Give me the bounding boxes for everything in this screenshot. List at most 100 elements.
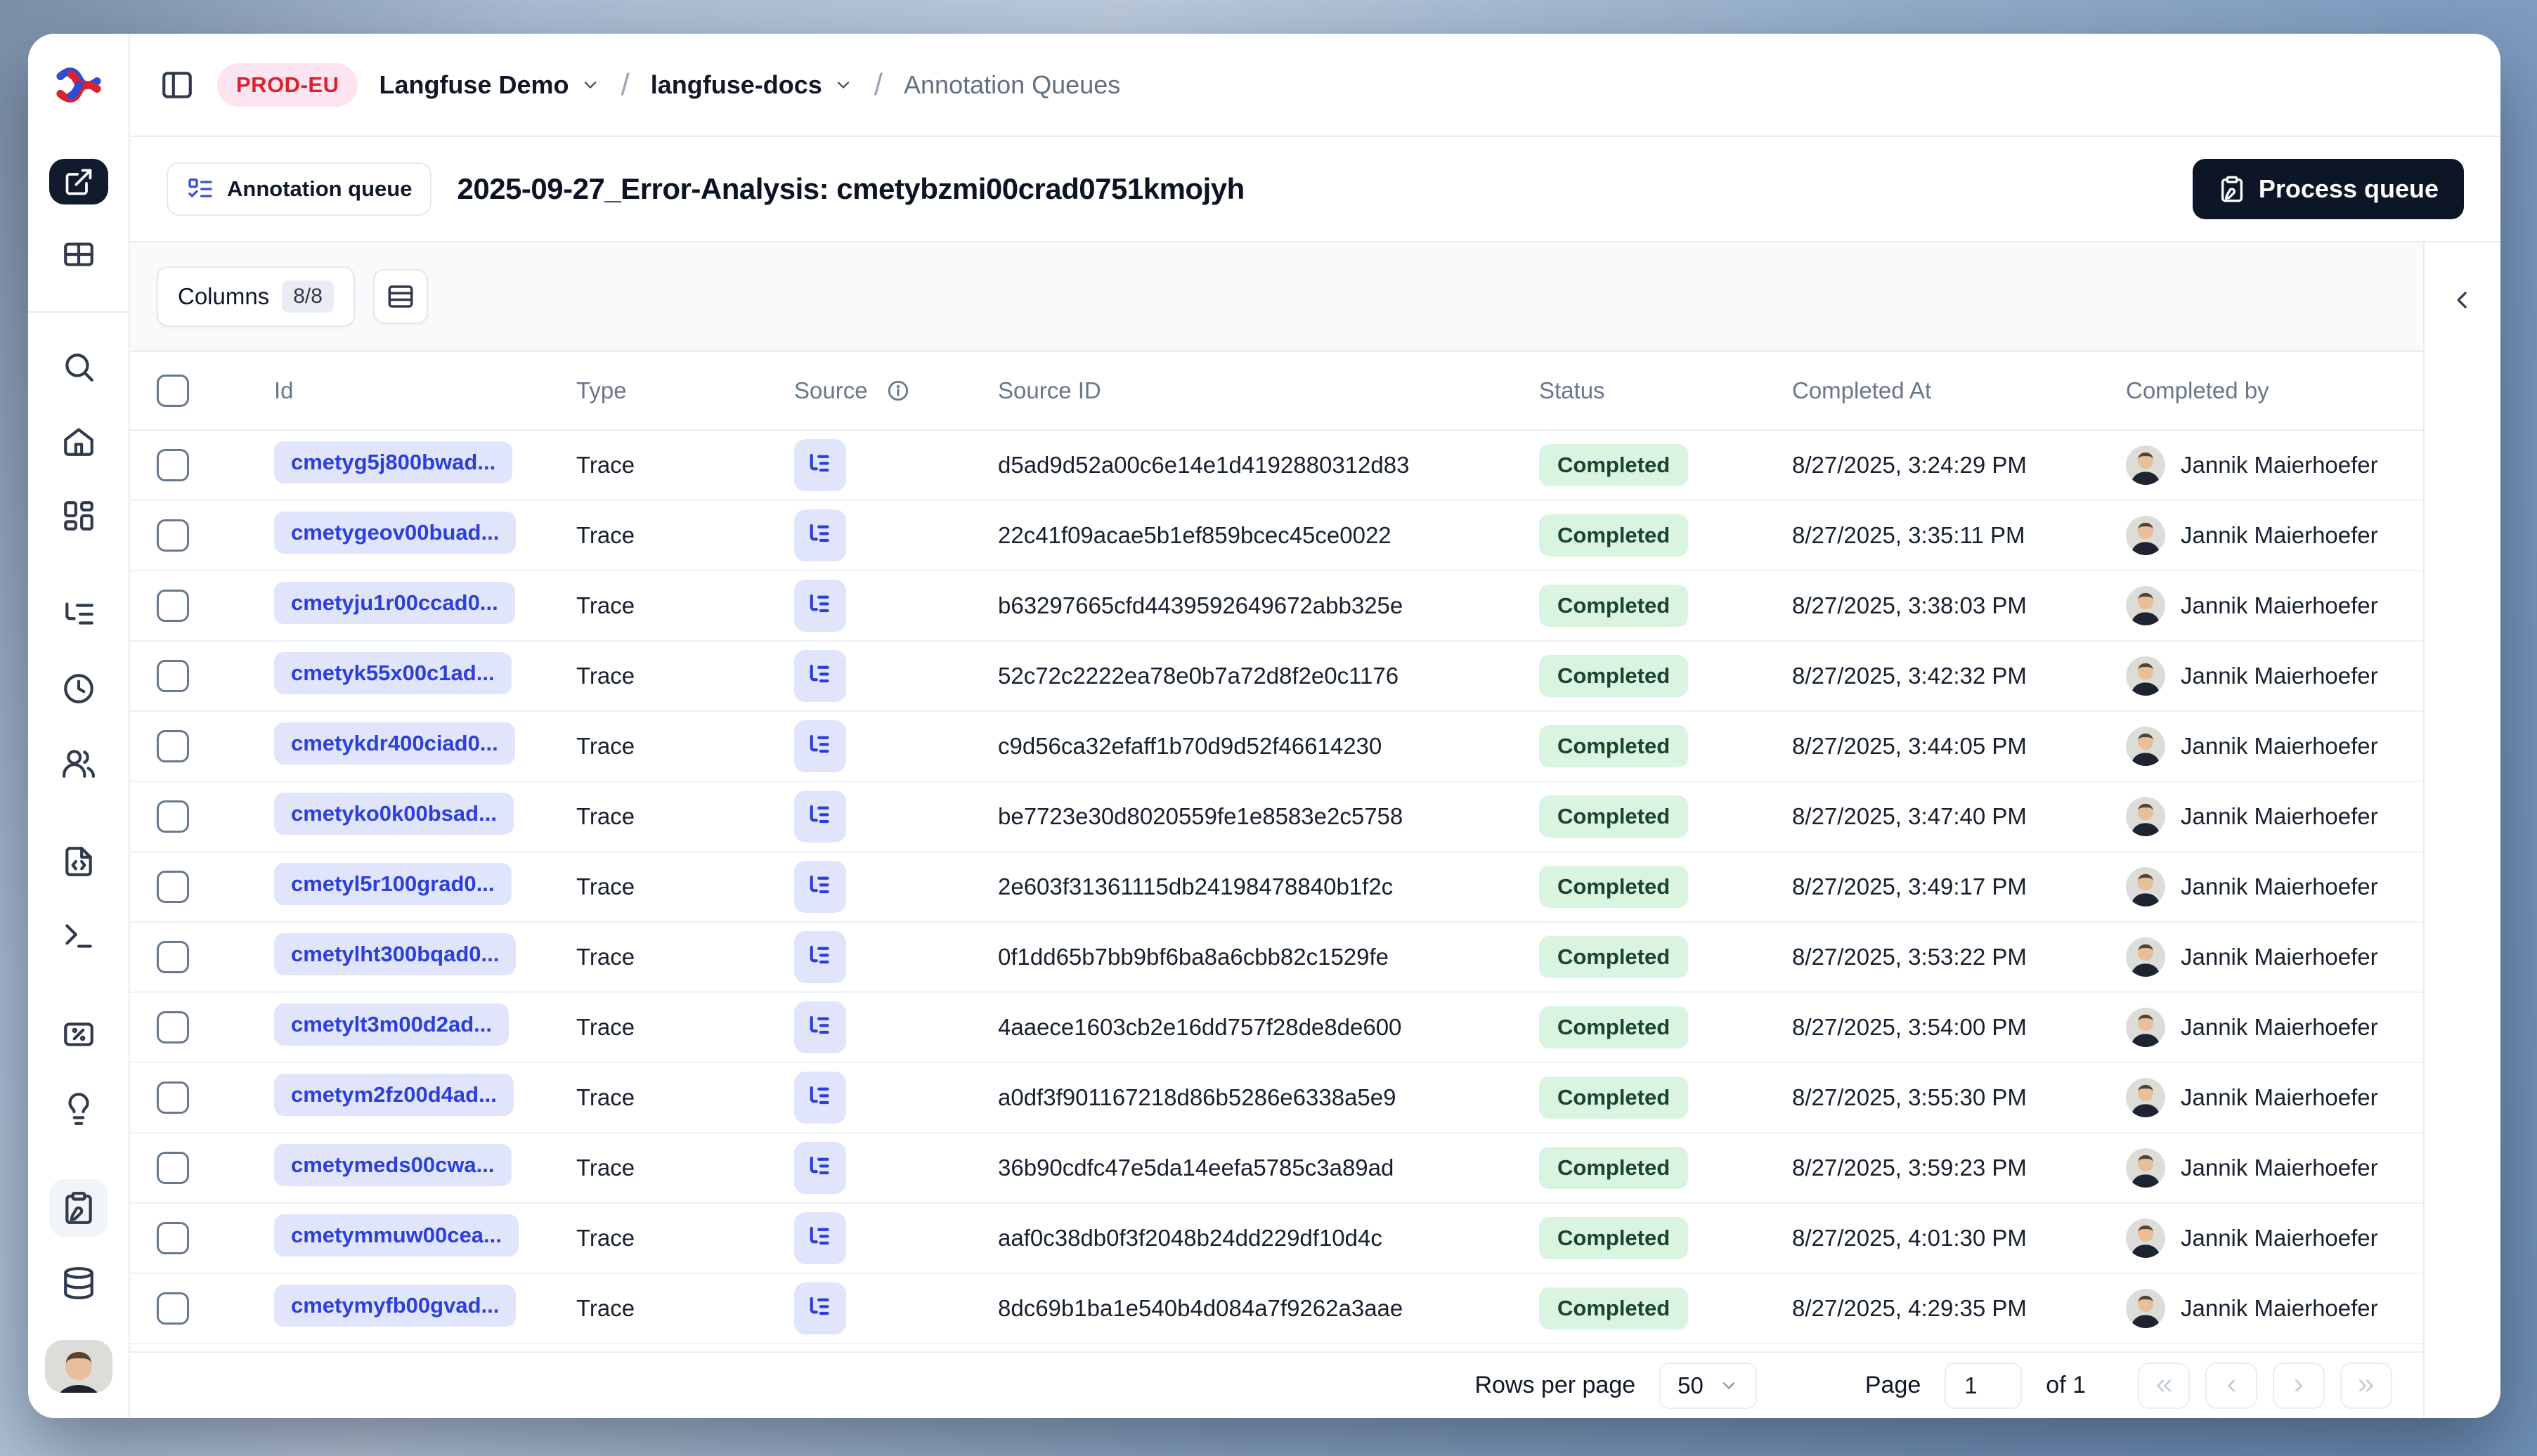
row-checkbox[interactable] — [157, 1152, 189, 1184]
source-trace-button[interactable] — [794, 1282, 846, 1334]
sidebar-item-dashboards[interactable] — [60, 498, 97, 533]
sidebar-item-playground[interactable] — [60, 918, 97, 954]
next-page-button[interactable] — [2273, 1362, 2325, 1409]
source-trace-button[interactable] — [794, 1001, 846, 1053]
table-row[interactable]: cmetymeds00cwa... Trace 36b90cdfc47e5da1… — [130, 1133, 2423, 1204]
table-icon — [63, 242, 93, 266]
row-checkbox[interactable] — [157, 941, 189, 973]
source-trace-button[interactable] — [794, 1072, 846, 1124]
status-badge: Completed — [1539, 514, 1689, 557]
database-icon — [63, 1267, 93, 1300]
row-checkbox[interactable] — [157, 1011, 189, 1044]
lightbulb-icon — [67, 1093, 89, 1126]
breadcrumb-project[interactable]: langfuse-docs — [651, 70, 853, 100]
table-row[interactable]: cmetylt3m00d2ad... Trace 4aaece1603cb2e1… — [130, 993, 2423, 1063]
source-trace-button[interactable] — [794, 861, 846, 913]
rows-per-page-select[interactable]: 50 — [1659, 1362, 1757, 1409]
page-number-input[interactable] — [1945, 1362, 2023, 1409]
table-row[interactable]: cmetyko0k00bsad... Trace be7723e30d80205… — [130, 782, 2423, 852]
table-row[interactable]: cmetygeov00buad... Trace 22c41f09acae5b1… — [130, 501, 2423, 571]
item-id-pill[interactable]: cmetykdr400ciad0... — [274, 722, 515, 765]
select-all-checkbox[interactable] — [157, 375, 189, 407]
table-row[interactable]: cmetymyfb00gvad... Trace 8dc69b1ba1e540b… — [130, 1274, 2423, 1344]
source-trace-button[interactable] — [794, 1142, 846, 1194]
first-page-button[interactable] — [2138, 1362, 2190, 1409]
row-checkbox[interactable] — [157, 730, 189, 762]
sidebar-item-evaluation[interactable] — [60, 1017, 97, 1052]
sidebar-item-users[interactable] — [60, 746, 97, 781]
chevron-down-icon — [584, 81, 596, 89]
source-trace-button[interactable] — [794, 509, 846, 561]
sidebar-item-tracing[interactable] — [60, 597, 97, 632]
source-trace-button[interactable] — [794, 931, 846, 983]
table-row[interactable]: cmetyl5r100grad0... Trace 2e603f31361115… — [130, 852, 2423, 923]
table-row[interactable]: cmetyg5j800bwad... Trace d5ad9d52a00c6e1… — [130, 431, 2423, 501]
sidebar-item-home[interactable] — [60, 424, 97, 459]
previous-page-button[interactable] — [2205, 1362, 2257, 1409]
chevron-down-icon — [837, 81, 849, 89]
row-height-button[interactable] — [372, 269, 428, 324]
completed-at: 8/27/2025, 3:44:05 PM — [1792, 733, 2027, 759]
item-id-pill[interactable]: cmetymmuw00cea... — [274, 1214, 519, 1256]
row-checkbox[interactable] — [157, 1222, 189, 1254]
source-trace-button[interactable] — [794, 791, 846, 843]
source-trace-button[interactable] — [794, 439, 846, 491]
source-trace-button[interactable] — [794, 720, 846, 772]
sidebar-item-prompts[interactable] — [60, 844, 97, 879]
completed-by-avatar — [2126, 1148, 2165, 1188]
sidebar-item-sessions[interactable] — [60, 671, 97, 706]
row-checkbox[interactable] — [157, 871, 189, 903]
sidebar-item-datasets[interactable] — [60, 1266, 97, 1301]
item-id-pill[interactable]: cmetylt3m00d2ad... — [274, 1003, 510, 1046]
row-checkbox[interactable] — [157, 590, 189, 622]
table-row[interactable]: cmetylht300bqad0... Trace 0f1dd65b7bb9bf… — [130, 923, 2423, 993]
item-id-pill[interactable]: cmetyg5j800bwad... — [274, 441, 513, 483]
item-id-pill[interactable]: cmetyl5r100grad0... — [274, 863, 512, 905]
row-checkbox[interactable] — [157, 660, 189, 692]
go-to-button[interactable] — [48, 159, 108, 205]
item-id-pill[interactable]: cmetymyfb00gvad... — [274, 1285, 517, 1327]
collapse-panel-button[interactable] — [2446, 283, 2479, 317]
table-row[interactable]: cmetyk55x00c1ad... Trace 52c72c2222ea78e… — [130, 642, 2423, 712]
status-badge: Completed — [1539, 936, 1689, 978]
columns-count-badge: 8/8 — [282, 280, 334, 313]
table-row[interactable]: cmetym2fz00d4ad... Trace a0df3f901167218… — [130, 1063, 2423, 1133]
columns-button[interactable]: Columns 8/8 — [157, 266, 355, 327]
process-queue-button[interactable]: Process queue — [2192, 159, 2464, 219]
completed-by-name: Jannik Maierhoefer — [2181, 592, 2378, 618]
clipboard-pen-icon — [60, 1190, 97, 1226]
item-id-pill[interactable]: cmetymeds00cwa... — [274, 1144, 512, 1186]
item-id-pill[interactable]: cmetym2fz00d4ad... — [274, 1074, 514, 1116]
item-id-pill[interactable]: cmetyko0k00bsad... — [274, 793, 514, 835]
sidebar-item-insights[interactable] — [60, 1091, 97, 1126]
user-avatar[interactable] — [44, 1340, 112, 1393]
sidebar-item-tables[interactable] — [60, 237, 97, 272]
sidebar-toggle-button[interactable] — [158, 66, 196, 104]
table-row[interactable]: cmetymmuw00cea... Trace aaf0c38db0f3f204… — [130, 1204, 2423, 1274]
row-checkbox[interactable] — [157, 800, 189, 833]
row-checkbox[interactable] — [157, 1081, 189, 1114]
item-id-pill[interactable]: cmetygeov00buad... — [274, 512, 517, 554]
completed-at: 8/27/2025, 3:55:30 PM — [1792, 1084, 2027, 1110]
completed-by-name: Jannik Maierhoefer — [2181, 1014, 2378, 1040]
breadcrumb-org[interactable]: Langfuse Demo — [379, 70, 599, 100]
row-checkbox[interactable] — [157, 1292, 189, 1325]
last-page-button[interactable] — [2340, 1362, 2392, 1409]
row-checkbox[interactable] — [157, 449, 189, 481]
source-trace-button[interactable] — [794, 1212, 846, 1264]
list-tree-icon — [810, 1296, 829, 1315]
item-id-pill[interactable]: cmetylht300bqad0... — [274, 933, 517, 975]
sidebar-item-search[interactable] — [60, 349, 97, 384]
source-trace-button[interactable] — [794, 650, 846, 702]
table-row[interactable]: cmetyju1r00ccad0... Trace b63297665cfd44… — [130, 571, 2423, 642]
row-checkbox[interactable] — [157, 519, 189, 552]
breadcrumb-section: Annotation Queues — [904, 70, 1121, 99]
item-id-pill[interactable]: cmetyju1r00ccad0... — [274, 582, 515, 624]
item-id-pill[interactable]: cmetyk55x00c1ad... — [274, 652, 512, 694]
sidebar-item-annotation-queues[interactable] — [49, 1179, 108, 1237]
list-tree-icon — [810, 805, 829, 824]
source-id: c9d56ca32efaff1b70d9d52f46614230 — [998, 733, 1382, 759]
source-trace-button[interactable] — [794, 580, 846, 632]
status-badge: Completed — [1539, 866, 1689, 908]
table-row[interactable]: cmetykdr400ciad0... Trace c9d56ca32efaff… — [130, 712, 2423, 782]
